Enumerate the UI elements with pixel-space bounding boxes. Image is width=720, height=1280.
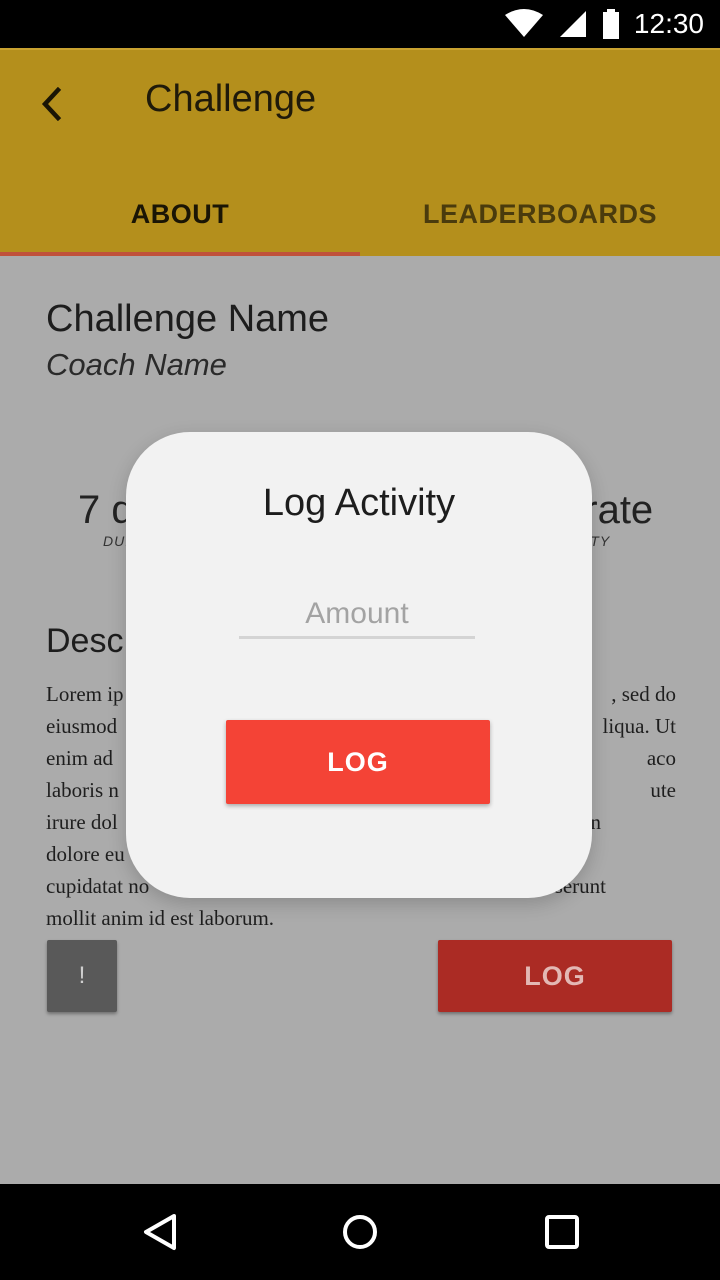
tab-leaderboards[interactable]: LEADERBOARDS <box>360 170 720 258</box>
back-triangle-icon <box>144 1214 176 1250</box>
dialog-title: Log Activity <box>262 482 456 524</box>
description-line: mollit anim id est laborum. <box>46 906 275 930</box>
navigation-bar <box>0 1184 720 1280</box>
log-button[interactable]: LOG <box>438 940 672 1012</box>
tab-leaderboards-label: LEADERBOARDS <box>422 198 657 229</box>
wifi-icon <box>504 9 543 37</box>
dialog-log-button[interactable]: LOG <box>226 720 490 804</box>
nav-home-button[interactable] <box>330 1202 390 1262</box>
status-time: 12:30 <box>633 8 704 39</box>
tab-bar: ABOUT LEADERBOARDS <box>0 170 720 258</box>
challenge-screen: Challenge ABOUT LEADERBOARDS Challenge N… <box>0 48 720 1184</box>
coach-name: Coach Name <box>46 347 227 382</box>
status-bar: 12:30 <box>0 0 720 48</box>
log-activity-dialog: Log Activity LOG <box>126 432 592 898</box>
battery-icon <box>602 9 619 39</box>
home-circle-icon <box>343 1215 377 1249</box>
tab-about[interactable]: ABOUT <box>0 170 360 258</box>
challenge-name: Challenge Name <box>46 298 330 340</box>
amount-input[interactable] <box>239 592 475 639</box>
description-heading: Desc <box>46 622 124 660</box>
challenge-header: Challenge Name Coach Name <box>46 298 676 383</box>
app-bar: Challenge ABOUT LEADERBOARDS <box>0 48 720 256</box>
chevron-left-icon <box>41 87 62 121</box>
tab-about-label: ABOUT <box>130 198 230 229</box>
status-icons: 12:30 <box>504 0 704 48</box>
tab-indicator <box>0 252 360 256</box>
signal-icon <box>559 11 586 37</box>
nav-recents-button[interactable] <box>532 1202 592 1262</box>
recents-square-icon <box>545 1215 579 1249</box>
back-button[interactable] <box>30 82 74 126</box>
info-button[interactable]: ! <box>47 940 117 1012</box>
page-title: Challenge <box>145 78 317 120</box>
nav-back-button[interactable] <box>130 1202 190 1262</box>
